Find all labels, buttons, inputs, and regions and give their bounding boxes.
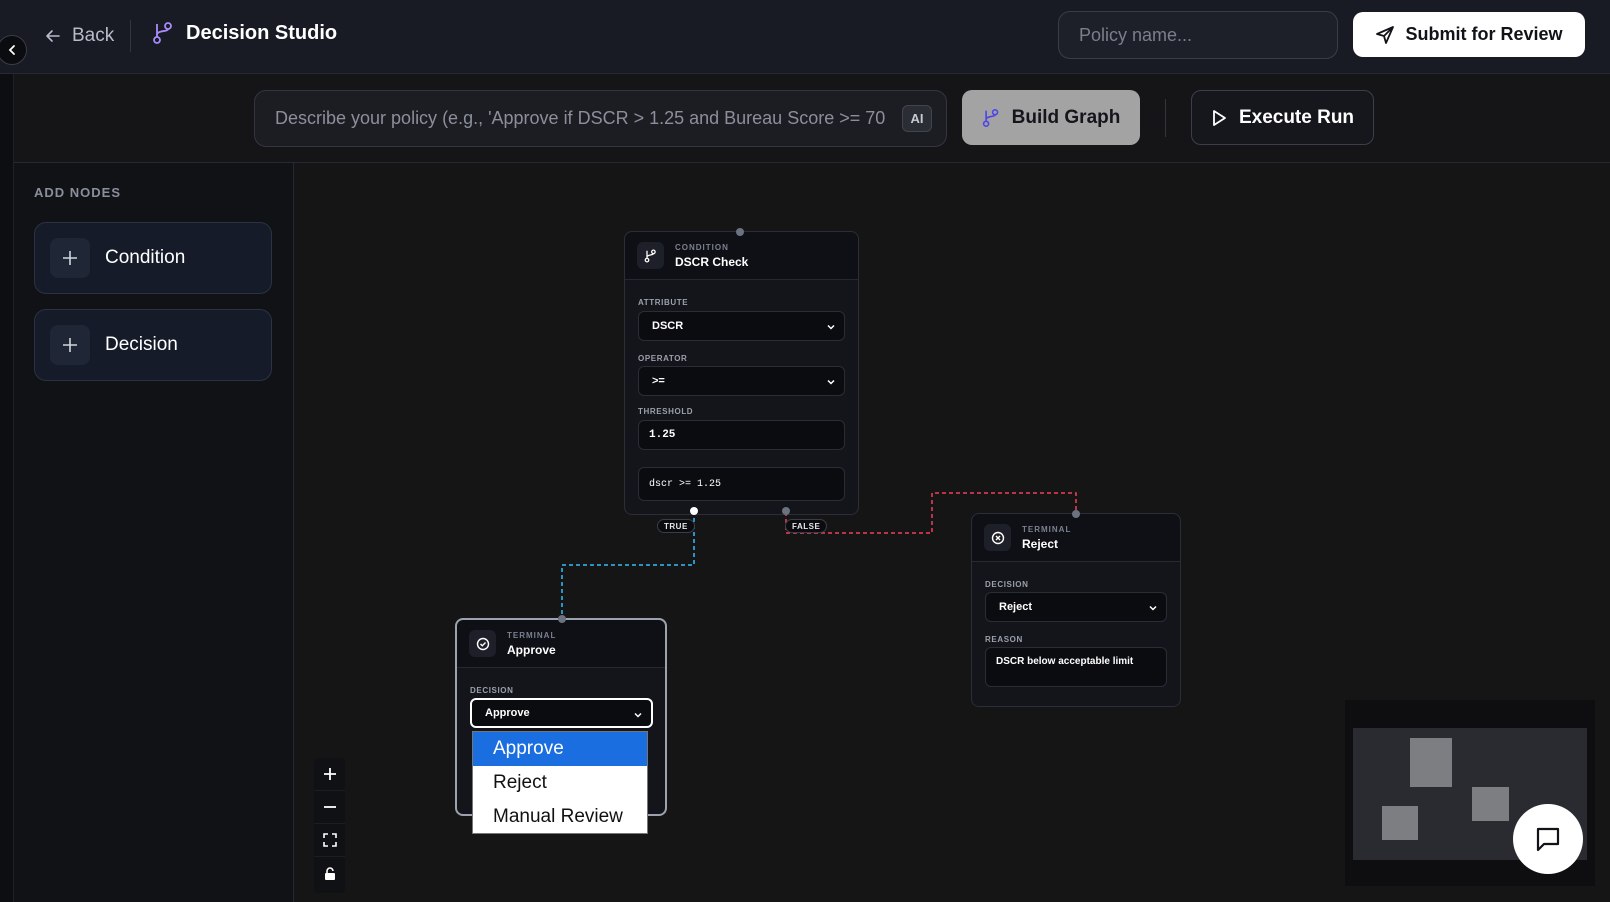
operator-value: >=: [652, 375, 665, 387]
decision-dropdown-list[interactable]: Approve Reject Manual Review: [472, 731, 648, 834]
condition-input-handle[interactable]: [736, 228, 744, 236]
minimap-node: [1382, 806, 1418, 840]
back-label: Back: [72, 25, 115, 46]
git-branch-icon: [637, 242, 664, 269]
page-title: Decision Studio: [186, 21, 338, 44]
attribute-select[interactable]: DSCR: [638, 311, 845, 341]
node-name: Approve: [507, 642, 556, 657]
true-output-handle[interactable]: [690, 507, 698, 515]
chat-support-button[interactable]: [1513, 804, 1583, 874]
operator-label: OPERATOR: [638, 354, 688, 363]
top-header: Back Decision Studio Submit for Review: [0, 0, 1610, 74]
chevron-down-icon: [827, 324, 835, 330]
lock-icon: [324, 866, 335, 880]
back-button[interactable]: Back: [44, 23, 114, 49]
decision-studio-app: Back Decision Studio Submit for Review A…: [0, 0, 1610, 902]
lock-canvas-button[interactable]: [314, 857, 345, 890]
attribute-label: ATTRIBUTE: [638, 298, 689, 307]
submit-for-review-button[interactable]: Submit for Review: [1353, 12, 1585, 57]
policy-toolbar: AI Build Graph Execute Run: [14, 74, 1610, 163]
zoom-out-button[interactable]: [314, 791, 345, 824]
minimap-node: [1410, 738, 1452, 787]
false-edge-label: FALSE: [785, 519, 828, 533]
decision-value: Approve: [485, 707, 530, 719]
x-circle-icon: [984, 524, 1011, 551]
execute-run-button[interactable]: Execute Run: [1191, 90, 1374, 145]
reject-input-handle[interactable]: [1072, 510, 1080, 518]
graph-canvas[interactable]: CONDITION DSCR Check ATTRIBUTE DSCR OPER…: [294, 163, 1610, 902]
chevron-down-icon: [1149, 605, 1157, 611]
build-graph-label: Build Graph: [1011, 106, 1121, 128]
threshold-input[interactable]: 1.25: [638, 420, 845, 450]
chevron-down-icon: [634, 712, 642, 718]
header-divider: [130, 20, 131, 52]
reason-label: REASON: [985, 635, 1023, 644]
expression-preview: dscr >= 1.25: [638, 467, 845, 501]
true-edge-label: TRUE: [657, 519, 695, 533]
decision-label: DECISION: [470, 686, 514, 695]
plus-icon: [323, 768, 336, 780]
git-branch-icon: [153, 22, 172, 44]
execute-run-label: Execute Run: [1238, 106, 1355, 128]
fit-view-icon: [322, 833, 337, 847]
plus-icon: [50, 238, 90, 278]
submit-label: Submit for Review: [1405, 24, 1563, 44]
threshold-label: THRESHOLD: [638, 407, 694, 416]
git-branch-icon: [982, 108, 998, 127]
reason-textarea[interactable]: DSCR below acceptable limit: [985, 647, 1167, 687]
condition-node[interactable]: CONDITION DSCR Check ATTRIBUTE DSCR OPER…: [624, 231, 859, 515]
studio-title-group: Decision Studio: [152, 21, 337, 45]
add-decision-label: Decision: [105, 334, 178, 355]
node-name: Reject: [1022, 536, 1059, 551]
play-icon: [1213, 109, 1226, 126]
add-condition-label: Condition: [105, 247, 186, 268]
reason-value: DSCR below acceptable limit: [996, 656, 1134, 667]
node-kind: TERMINAL: [1022, 524, 1072, 534]
sidebar-title: ADD NODES: [34, 185, 122, 200]
reject-decision-select[interactable]: Reject: [985, 592, 1167, 622]
add-nodes-sidebar: ADD NODES Condition Decision: [14, 163, 294, 902]
minus-icon: [323, 806, 336, 808]
attribute-value: DSCR: [652, 320, 684, 332]
reject-terminal-node[interactable]: TERMINAL Reject DECISION Reject REASON D…: [971, 513, 1181, 707]
describe-policy-input[interactable]: [275, 91, 885, 146]
threshold-value: 1.25: [649, 429, 676, 441]
policy-name-input[interactable]: [1058, 11, 1338, 59]
send-icon: [1376, 25, 1395, 44]
left-rail: [0, 74, 14, 902]
zoom-controls: [314, 758, 345, 893]
approve-decision-select[interactable]: Approve: [470, 698, 653, 728]
chevron-down-icon: [827, 379, 835, 385]
toolbar-divider: [1165, 99, 1166, 137]
minimap-node: [1472, 787, 1509, 821]
plus-icon: [50, 325, 90, 365]
dropdown-option-approve[interactable]: Approve: [473, 732, 647, 766]
chevron-left-icon: [8, 45, 15, 55]
approve-input-handle[interactable]: [558, 615, 566, 623]
arrow-left-icon: [46, 30, 60, 42]
describe-policy-box: AI: [254, 90, 947, 147]
reject-node-header: TERMINAL Reject: [972, 514, 1180, 562]
condition-node-header: CONDITION DSCR Check: [625, 232, 858, 280]
operator-select[interactable]: >=: [638, 366, 845, 396]
add-condition-node-button[interactable]: Condition: [34, 222, 272, 294]
zoom-in-button[interactable]: [314, 758, 345, 791]
ai-badge[interactable]: AI: [902, 105, 932, 132]
decision-value: Reject: [999, 601, 1033, 613]
collapse-sidebar-button[interactable]: [0, 35, 27, 65]
build-graph-button[interactable]: Build Graph: [962, 90, 1140, 145]
add-decision-node-button[interactable]: Decision: [34, 309, 272, 381]
check-circle-icon: [469, 630, 496, 657]
decision-label: DECISION: [985, 580, 1029, 589]
dropdown-option-manual-review[interactable]: Manual Review: [473, 800, 647, 834]
approve-node-header: TERMINAL Approve: [457, 620, 665, 668]
fit-view-button[interactable]: [314, 824, 345, 857]
expression-text: dscr >= 1.25: [649, 478, 722, 490]
node-name: DSCR Check: [675, 254, 749, 269]
chat-bubble-icon: [1536, 827, 1560, 852]
node-kind: TERMINAL: [507, 630, 557, 640]
false-output-handle[interactable]: [782, 507, 790, 515]
node-kind: CONDITION: [675, 242, 729, 252]
dropdown-option-reject[interactable]: Reject: [473, 766, 647, 800]
